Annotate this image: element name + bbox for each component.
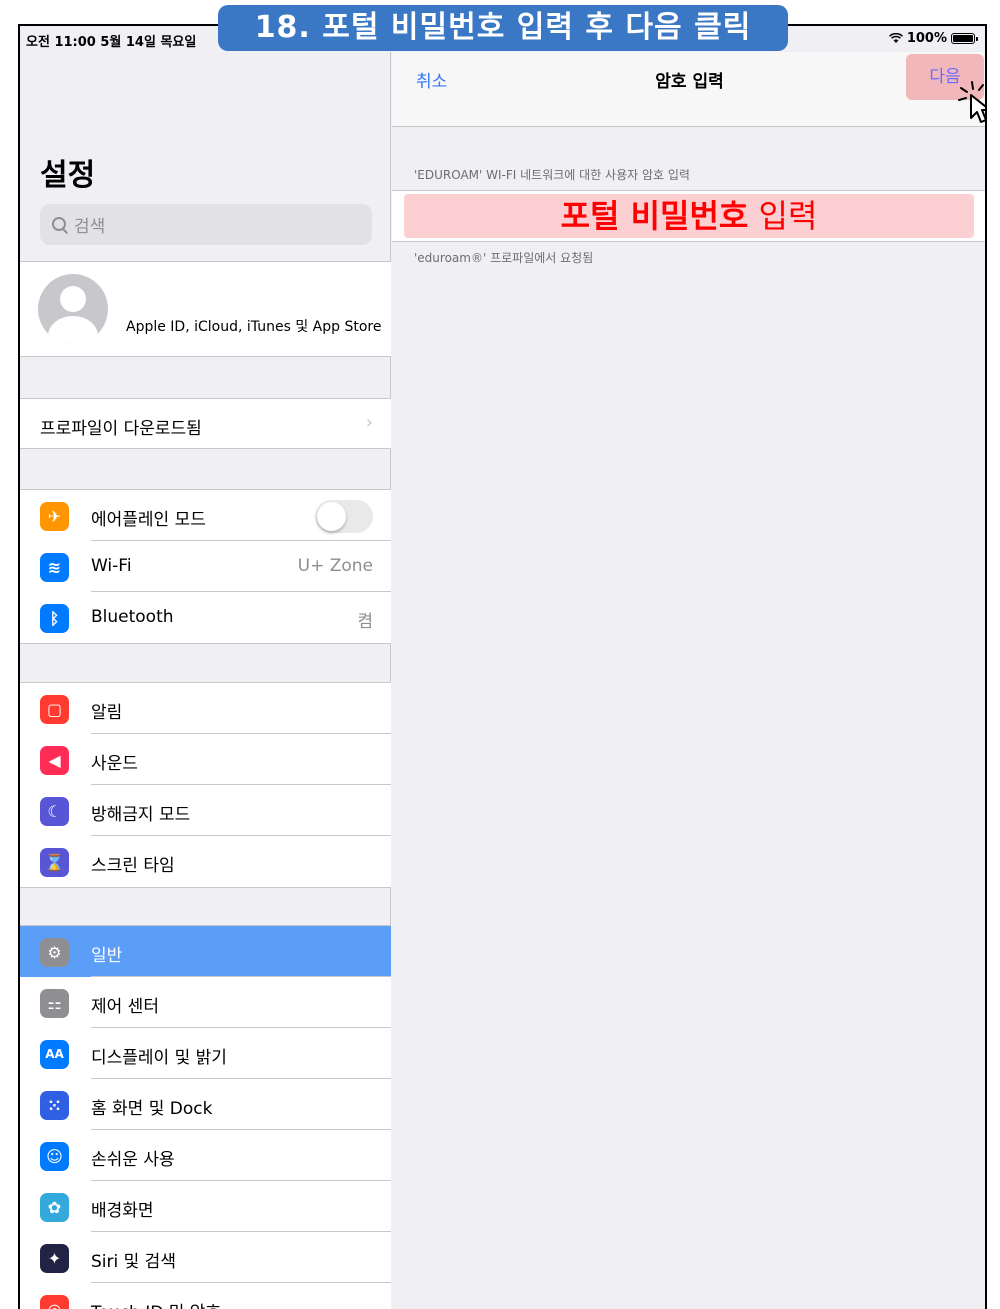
notifications-icon: ▢: [40, 695, 69, 724]
search-input[interactable]: 검색: [40, 204, 372, 245]
ipad-screen: 오전 11:00 5월 14일 목요일 100% 설정 검색 Apple ID,…: [18, 24, 987, 1309]
sidebar-item-label: 홈 화면 및 Dock: [91, 1099, 213, 1119]
sidebar-item-value: U+ Zone: [297, 556, 373, 576]
search-icon: [50, 215, 70, 235]
sidebar-item-label: Wi-Fi: [91, 556, 132, 576]
sidebar-item[interactable]: ⚏ 제어 센터: [20, 977, 391, 1028]
battery-icon: [951, 33, 978, 44]
sidebar-item-label: Bluetooth: [91, 607, 174, 627]
hourglass-icon: ⌛: [40, 848, 69, 877]
chevron-right-icon: ›: [365, 412, 373, 433]
accessibility-icon: ☺: [40, 1142, 69, 1171]
apple-id-row[interactable]: Apple ID, iCloud, iTunes 및 App Store: [20, 261, 391, 357]
sidebar-item-label: 에어플레인 모드: [91, 510, 206, 530]
nav-bar: 취소 암호 입력 다음: [392, 52, 985, 127]
section-header: 'EDUROAM' WI-FI 네트워크에 대한 사용자 암호 입력: [414, 168, 690, 182]
password-hint: 포털 비밀번호 입력: [404, 194, 974, 238]
sidebar-item-value: 켬: [357, 612, 373, 632]
password-hint-bold: 포털 비밀번호: [560, 197, 749, 235]
gear-icon: ⚙: [40, 938, 69, 967]
battery-percent: 100%: [906, 31, 947, 46]
settings-sidebar: 설정 검색 Apple ID, iCloud, iTunes 및 App Sto…: [20, 52, 391, 1309]
password-hint-rest: 입력: [748, 197, 818, 235]
sidebar-item-label: 배경화면: [91, 1201, 154, 1221]
sidebar-item-label: 디스플레이 및 밝기: [91, 1048, 227, 1068]
sidebar-item[interactable]: ⚙ 일반: [20, 926, 391, 977]
sidebar-item-label: 알림: [91, 703, 123, 723]
connectivity-group: ✈ 에어플레인 모드 ≋ Wi-Fi U+ Zone ᛒ Bluetooth 켬: [20, 489, 391, 644]
status-time-date: 오전 11:00 5월 14일 목요일: [26, 35, 197, 50]
sidebar-item[interactable]: ⌛ 스크린 타임: [20, 836, 391, 887]
sidebar-item[interactable]: ≋ Wi-Fi U+ Zone: [20, 541, 391, 592]
profile-downloaded-row[interactable]: 프로파일이 다운로드됨 ›: [20, 398, 391, 449]
sound-icon: ◀: [40, 746, 69, 775]
sidebar-item[interactable]: ✈ 에어플레인 모드: [20, 490, 391, 541]
profile-downloaded-label: 프로파일이 다운로드됨: [40, 419, 202, 439]
sidebar-item[interactable]: ᛒ Bluetooth 켬: [20, 592, 391, 643]
display-icon: AA: [40, 1040, 69, 1069]
apple-id-label: Apple ID, iCloud, iTunes 및 App Store: [126, 319, 382, 335]
wifi-icon: ≋: [40, 553, 69, 582]
sidebar-item[interactable]: ☺ 손쉬운 사용: [20, 1130, 391, 1181]
sidebar-item-label: Touch ID 및 암호: [91, 1298, 221, 1309]
wallpaper-icon: ✿: [40, 1193, 69, 1222]
sidebar-item-label: 손쉬운 사용: [91, 1150, 175, 1170]
airplane-icon: ✈: [40, 502, 69, 531]
general-group: ⚙ 일반 ⚏ 제어 센터 AA 디스플레이 및 밝기 ⁙ 홈 화면 및 Dock ☺ 손쉬운 사용…: [20, 925, 391, 1309]
status-indicators: 100%: [888, 31, 978, 46]
section-footer: 'eduroam®' 프로파일에서 요청됨: [414, 251, 594, 265]
password-field[interactable]: 포털 비밀번호 입력: [392, 190, 985, 242]
sidebar-item[interactable]: ✦ Siri 및 검색: [20, 1232, 391, 1283]
tutorial-step-title: 18. 포털 비밀번호 입력 후 다음 클릭: [218, 5, 788, 51]
sidebar-item[interactable]: ▢ 알림: [20, 683, 391, 734]
sidebar-item[interactable]: AA 디스플레이 및 밝기: [20, 1028, 391, 1079]
wifi-signal-icon: [888, 33, 903, 43]
moon-icon: ☾: [40, 797, 69, 826]
sidebar-title: 설정: [40, 158, 96, 193]
sidebar-item-label: 사운드: [91, 754, 138, 774]
sidebar-item[interactable]: ⁙ 홈 화면 및 Dock: [20, 1079, 391, 1130]
sidebar-item-label: 스크린 타임: [91, 856, 175, 876]
sidebar-item[interactable]: ✿ 배경화면: [20, 1181, 391, 1232]
password-entry-pane: 취소 암호 입력 다음 'EDUROAM' WI-FI 네트워크에 대한 사용자…: [392, 52, 985, 1309]
sidebar-item-label: 제어 센터: [91, 997, 159, 1017]
click-cursor-icon: [958, 81, 985, 123]
airplane-mode-toggle[interactable]: [315, 500, 373, 533]
home-screen-icon: ⁙: [40, 1091, 69, 1120]
control-center-icon: ⚏: [40, 989, 69, 1018]
sidebar-item[interactable]: ◀ 사운드: [20, 734, 391, 785]
sidebar-item[interactable]: ◎ Touch ID 및 암호: [20, 1283, 391, 1309]
sidebar-item-label: Siri 및 검색: [91, 1252, 176, 1272]
sidebar-item-label: 방해금지 모드: [91, 805, 191, 825]
bluetooth-icon: ᛒ: [40, 604, 69, 633]
avatar: [38, 274, 108, 344]
sidebar-item[interactable]: ☾ 방해금지 모드: [20, 785, 391, 836]
search-placeholder: 검색: [74, 217, 106, 237]
fingerprint-icon: ◎: [40, 1295, 69, 1309]
page-title: 암호 입력: [655, 72, 724, 92]
notifications-group: ▢ 알림 ◀ 사운드 ☾ 방해금지 모드 ⌛ 스크린 타임: [20, 682, 391, 888]
sidebar-item-label: 일반: [91, 946, 123, 966]
siri-icon: ✦: [40, 1244, 69, 1273]
